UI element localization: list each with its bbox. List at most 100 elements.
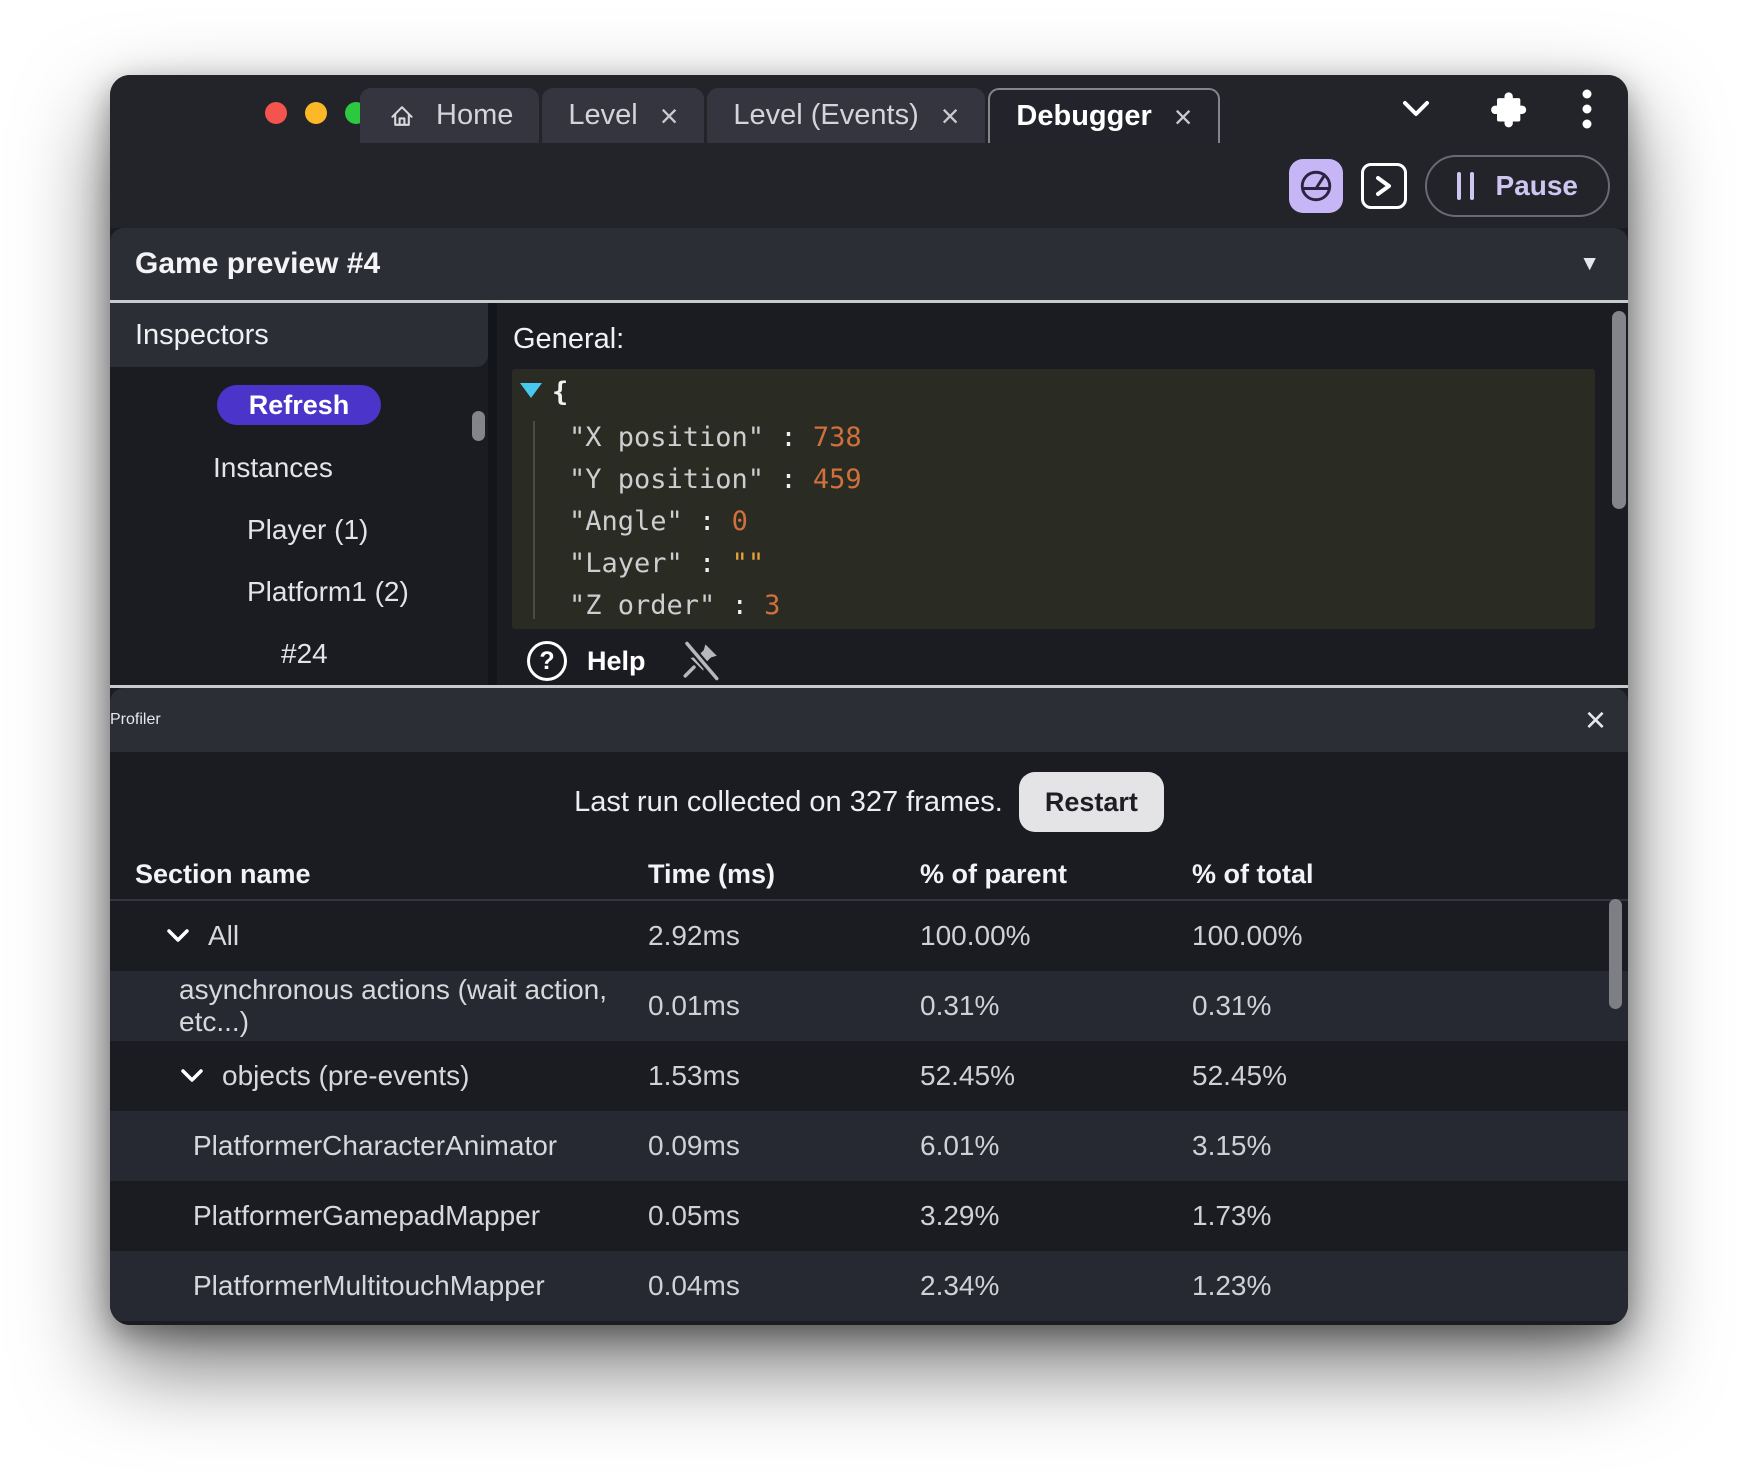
chevron-down-icon[interactable] <box>179 1066 205 1086</box>
tab-label: Level (Events) <box>733 99 919 131</box>
percent-total-cell: 100.00% <box>1192 920 1303 951</box>
close-window-button[interactable] <box>265 102 287 124</box>
general-scrollbar[interactable] <box>1612 311 1626 509</box>
chevron-down-icon[interactable] <box>1399 97 1433 121</box>
indent-guide <box>533 421 535 619</box>
section-name-cell: PlatformerGamepadMapper <box>135 1200 648 1232</box>
console-chevron-icon <box>1375 175 1391 196</box>
section-name-cell: All <box>135 920 648 952</box>
profiler-table-header: Section name Time (ms) % of parent % of … <box>110 849 1628 901</box>
inspector-tree-item[interactable]: Instances <box>110 437 488 499</box>
section-name: PlatformerCharacterAnimator <box>193 1130 558 1161</box>
inspector-tree-item[interactable]: #24 <box>110 623 488 685</box>
tab[interactable]: Home <box>360 88 540 143</box>
inspector-tree: Instances Player (1) Platform1 (2) #24 <box>110 437 488 685</box>
close-icon[interactable]: × <box>660 100 679 132</box>
tab-strip: Home Level × Level (Events) × Debugger × <box>360 88 1221 143</box>
profiler-gauge-button[interactable] <box>1288 158 1343 213</box>
debugger-window: Home Level × Level (Events) × Debugger × <box>110 75 1628 1325</box>
titlebar: Home Level × Level (Events) × Debugger × <box>110 75 1628 143</box>
tab[interactable]: Level × <box>542 88 705 143</box>
section-name: PlatformerMultitouchMapper <box>193 1270 545 1301</box>
profiler-status-text: Last run collected on 327 frames. <box>574 785 1003 818</box>
time-cell: 2.92ms <box>648 920 740 951</box>
chevron-down-icon[interactable] <box>165 926 191 946</box>
preview-header[interactable]: Game preview #4 ▼ <box>110 228 1628 300</box>
close-icon[interactable]: × <box>1174 101 1193 133</box>
collapse-triangle-icon[interactable] <box>520 383 542 398</box>
tab[interactable]: Debugger × <box>988 88 1221 143</box>
kebab-menu-icon[interactable] <box>1581 88 1593 130</box>
tab-label: Debugger <box>1016 100 1152 132</box>
preview-title: Game preview #4 <box>135 247 381 280</box>
column-time: Time (ms) <box>648 858 776 889</box>
json-lines: "X position" : 738 "Y position" : 459 "Ang… <box>569 417 862 627</box>
close-icon[interactable]: × <box>941 100 960 132</box>
time-cell: 0.04ms <box>648 1270 740 1301</box>
inspector-item-label: Platform1 (2) <box>247 576 409 607</box>
time-cell: 0.05ms <box>648 1200 740 1231</box>
profiler-row: PlatformerMultitouchMapper 0.04ms 2.34% … <box>110 1251 1628 1321</box>
extensions-puzzle-icon[interactable] <box>1487 89 1527 129</box>
general-title: General: <box>513 323 625 355</box>
minimize-window-button[interactable] <box>305 102 327 124</box>
time-cell: 0.01ms <box>648 990 740 1021</box>
inspectors-scrollbar[interactable] <box>472 411 485 441</box>
profiler-row[interactable]: All 2.92ms 100.00% 100.00% <box>110 901 1628 971</box>
titlebar-actions <box>1399 75 1593 143</box>
json-property: "Y position" : 459 <box>569 464 862 495</box>
home-icon <box>386 100 418 132</box>
profiler-row: PlatformerCharacterAnimator 0.09ms 6.01%… <box>110 1111 1628 1181</box>
section-name: PlatformerGamepadMapper <box>193 1200 541 1231</box>
close-icon[interactable]: × <box>1585 702 1606 738</box>
section-name-cell: PlatformerCharacterAnimator <box>135 1130 648 1162</box>
debugger-toolbar: Pause <box>110 143 1628 228</box>
inspector-tree-item[interactable]: Platform1 (2) <box>110 561 488 623</box>
json-property: "Z order" : 3 <box>569 590 781 621</box>
json-viewer: { "X position" : 738 "Y position" : 459 "A… <box>512 369 1595 629</box>
tab-label: Home <box>436 99 514 131</box>
json-property: "Angle" : 0 <box>569 506 748 537</box>
pin-off-button[interactable] <box>680 639 722 683</box>
column-percent-total: % of total <box>1192 858 1314 889</box>
percent-total-cell: 1.73% <box>1192 1200 1272 1231</box>
time-cell: 0.09ms <box>648 1130 740 1161</box>
tab[interactable]: Level (Events) × <box>707 88 986 143</box>
help-button[interactable]: ? Help <box>527 641 646 681</box>
json-open-brace: { <box>552 377 569 408</box>
time-cell: 1.53ms <box>648 1060 740 1091</box>
console-button[interactable] <box>1360 162 1407 209</box>
json-property: "X position" : 738 <box>569 422 862 453</box>
inspector-item-label: Player (1) <box>247 514 369 545</box>
inspector-item-label: Instances <box>213 452 333 483</box>
inspector-tree-item[interactable]: Player (1) <box>110 499 488 561</box>
profiler-header: Profiler × <box>110 688 1628 752</box>
section-name: All <box>208 920 240 951</box>
percent-total-cell: 1.23% <box>1192 1270 1272 1301</box>
help-row: ? Help <box>527 639 722 683</box>
section-name: asynchronous actions (wait action, etc..… <box>179 974 607 1037</box>
traffic-lights <box>265 102 367 124</box>
gauge-icon <box>1300 170 1331 201</box>
inspectors-panel: Inspectors Refresh Instances Player (1) … <box>110 303 488 685</box>
profiler-body: Last run collected on 327 frames. Restar… <box>110 752 1628 1325</box>
profiler-rows: All 2.92ms 100.00% 100.00% asynchronous … <box>110 901 1628 1321</box>
profiler-row[interactable]: objects (pre-events) 1.53ms 52.45% 52.45… <box>110 1041 1628 1111</box>
help-icon: ? <box>527 641 567 681</box>
percent-total-cell: 3.15% <box>1192 1130 1272 1161</box>
panel-gutter[interactable] <box>488 303 497 685</box>
percent-parent-cell: 3.29% <box>920 1200 1000 1231</box>
percent-parent-cell: 2.34% <box>920 1270 1000 1301</box>
caret-down-icon[interactable]: ▼ <box>1579 252 1600 276</box>
column-section-name: Section name <box>135 858 311 889</box>
pause-button-label: Pause <box>1495 169 1579 201</box>
profiler-scrollbar[interactable] <box>1609 899 1622 1009</box>
restart-button[interactable]: Restart <box>1018 772 1164 832</box>
refresh-button[interactable]: Refresh <box>216 385 382 425</box>
profiler-row: asynchronous actions (wait action, etc..… <box>110 971 1628 1041</box>
pause-button[interactable]: Pause <box>1424 154 1610 217</box>
inspector-split: Inspectors Refresh Instances Player (1) … <box>110 303 1628 685</box>
percent-total-cell: 0.31% <box>1192 990 1272 1021</box>
percent-parent-cell: 0.31% <box>920 990 1000 1021</box>
section-name-cell: objects (pre-events) <box>135 1060 648 1092</box>
